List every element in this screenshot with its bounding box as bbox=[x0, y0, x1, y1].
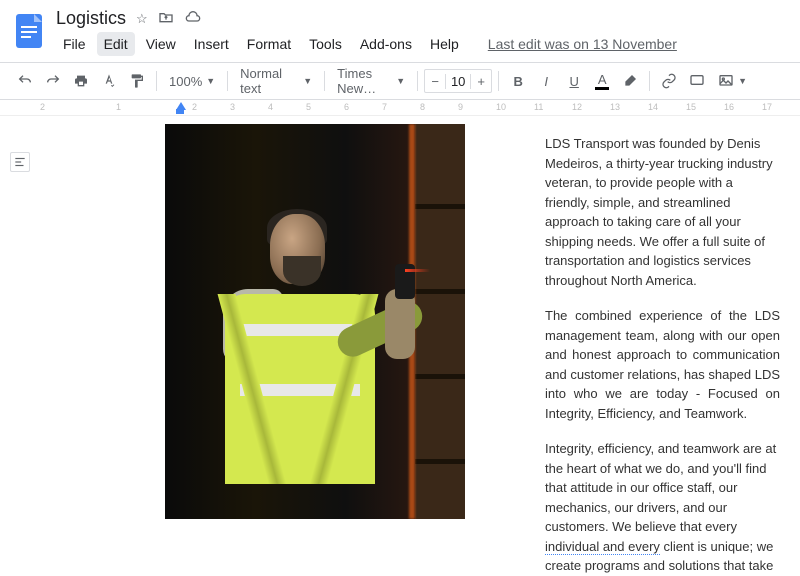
insert-link-button[interactable] bbox=[656, 68, 682, 94]
document-outline-icon[interactable] bbox=[10, 152, 30, 172]
chevron-down-icon: ▼ bbox=[738, 76, 747, 86]
toolbar: 100%▼ Normal text▼ Times New…▼ − 10 + B … bbox=[0, 62, 800, 100]
separator bbox=[227, 71, 228, 91]
undo-button[interactable] bbox=[12, 68, 38, 94]
menu-bar: File Edit View Insert Format Tools Add-o… bbox=[56, 32, 788, 56]
docs-header: Logistics ☆ File Edit View Insert Format… bbox=[0, 0, 800, 56]
document-text[interactable]: LDS Transport was founded by Denis Medei… bbox=[545, 124, 780, 523]
menu-addons[interactable]: Add-ons bbox=[353, 32, 419, 56]
paragraph[interactable]: Integrity, efficiency, and teamwork are … bbox=[545, 439, 780, 576]
cloud-status-icon[interactable] bbox=[184, 9, 202, 28]
italic-button[interactable]: I bbox=[533, 68, 559, 94]
spellcheck-underline[interactable]: individual and every bbox=[545, 539, 660, 555]
chevron-down-icon: ▼ bbox=[303, 76, 312, 86]
font-size-control: − 10 + bbox=[424, 69, 492, 93]
menu-edit[interactable]: Edit bbox=[97, 32, 135, 56]
separator bbox=[649, 71, 650, 91]
separator bbox=[417, 71, 418, 91]
left-gutter bbox=[0, 116, 40, 523]
print-button[interactable] bbox=[68, 68, 94, 94]
move-icon[interactable] bbox=[158, 9, 174, 28]
paragraph[interactable]: The combined experience of the LDS manag… bbox=[545, 306, 780, 423]
separator bbox=[324, 71, 325, 91]
font-size-decrease-button[interactable]: − bbox=[425, 70, 445, 92]
menu-view[interactable]: View bbox=[139, 32, 183, 56]
text-color-button[interactable]: A bbox=[589, 68, 615, 94]
menu-insert[interactable]: Insert bbox=[187, 32, 236, 56]
docs-logo-icon[interactable] bbox=[12, 8, 48, 56]
chevron-down-icon: ▼ bbox=[396, 76, 405, 86]
menu-file[interactable]: File bbox=[56, 32, 93, 56]
menu-help[interactable]: Help bbox=[423, 32, 466, 56]
chevron-down-icon: ▼ bbox=[206, 76, 215, 86]
paragraph-style-select[interactable]: Normal text▼ bbox=[234, 68, 318, 94]
underline-button[interactable]: U bbox=[561, 68, 587, 94]
horizontal-ruler[interactable]: 21234567891011121314151617 bbox=[0, 100, 800, 116]
spellcheck-button[interactable] bbox=[96, 68, 122, 94]
paint-format-button[interactable] bbox=[124, 68, 150, 94]
star-icon[interactable]: ☆ bbox=[136, 11, 148, 27]
separator bbox=[498, 71, 499, 91]
font-size-value[interactable]: 10 bbox=[445, 74, 471, 89]
inline-image[interactable] bbox=[165, 124, 465, 519]
highlight-button[interactable] bbox=[617, 68, 643, 94]
redo-button[interactable] bbox=[40, 68, 66, 94]
left-indent-marker[interactable] bbox=[176, 109, 184, 114]
document-page[interactable]: LDS Transport was founded by Denis Medei… bbox=[40, 116, 800, 523]
menu-tools[interactable]: Tools bbox=[302, 32, 349, 56]
zoom-select[interactable]: 100%▼ bbox=[163, 68, 221, 94]
menu-format[interactable]: Format bbox=[240, 32, 298, 56]
bold-button[interactable]: B bbox=[505, 68, 531, 94]
font-size-increase-button[interactable]: + bbox=[471, 70, 491, 92]
doc-title[interactable]: Logistics bbox=[56, 8, 126, 29]
font-select[interactable]: Times New…▼ bbox=[331, 68, 411, 94]
insert-comment-button[interactable] bbox=[684, 68, 710, 94]
workspace: LDS Transport was founded by Denis Medei… bbox=[0, 116, 800, 523]
last-edit-link[interactable]: Last edit was on 13 November bbox=[488, 36, 677, 52]
paragraph[interactable]: LDS Transport was founded by Denis Medei… bbox=[545, 134, 780, 290]
separator bbox=[156, 71, 157, 91]
insert-image-button[interactable]: ▼ bbox=[712, 68, 753, 94]
